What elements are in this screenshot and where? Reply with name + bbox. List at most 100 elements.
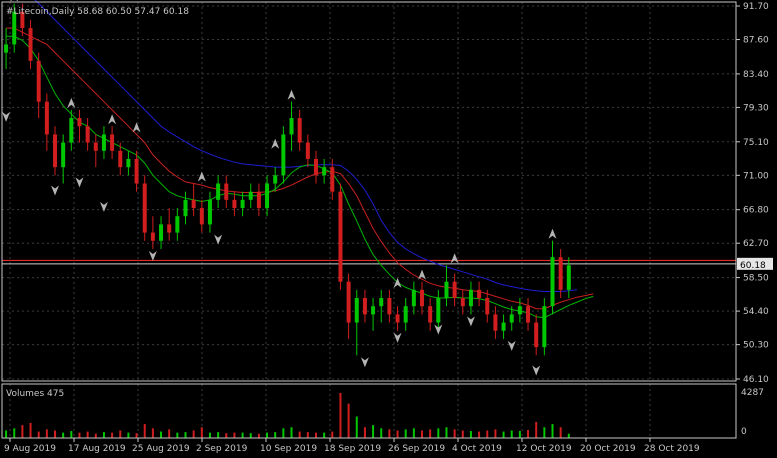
candle[interactable] xyxy=(362,289,367,323)
candle[interactable] xyxy=(436,289,441,331)
candle[interactable] xyxy=(142,175,147,241)
volume-tick-label: 4287 xyxy=(741,388,764,398)
candle[interactable] xyxy=(468,281,473,315)
fractal-down-icon xyxy=(214,234,223,245)
candle[interactable] xyxy=(338,183,343,290)
x-tick-label: 26 Sep 2019 xyxy=(388,444,445,454)
fractal-down-icon xyxy=(393,332,402,343)
candle[interactable] xyxy=(110,126,115,159)
volume-bar xyxy=(94,433,97,438)
candle[interactable] xyxy=(224,175,229,209)
candle[interactable] xyxy=(150,216,155,249)
candle[interactable] xyxy=(322,158,327,184)
candle[interactable] xyxy=(207,191,212,233)
candle[interactable] xyxy=(232,191,237,217)
volume-bar xyxy=(135,433,138,438)
candle[interactable] xyxy=(4,28,9,69)
candle-body xyxy=(159,224,164,241)
candles[interactable] xyxy=(4,3,571,356)
candle[interactable] xyxy=(183,191,188,225)
candle[interactable] xyxy=(191,183,196,217)
volume-bar xyxy=(13,428,16,438)
candle[interactable] xyxy=(411,281,416,315)
candle[interactable] xyxy=(167,208,172,241)
horizontal-levels[interactable] xyxy=(2,259,736,265)
candle[interactable] xyxy=(460,289,465,315)
volume-pane-frame xyxy=(1,383,737,439)
candle[interactable] xyxy=(256,183,261,217)
candle-body xyxy=(566,265,571,290)
candle[interactable] xyxy=(93,134,98,168)
price-pane-frame xyxy=(1,1,737,382)
candle[interactable] xyxy=(371,298,376,331)
candle[interactable] xyxy=(297,109,302,151)
candle[interactable] xyxy=(199,199,204,233)
candle[interactable] xyxy=(420,281,425,315)
candle[interactable] xyxy=(126,150,131,176)
volume-bar xyxy=(70,431,73,438)
candle[interactable] xyxy=(354,289,359,356)
candle[interactable] xyxy=(534,314,539,356)
candle-body xyxy=(379,298,384,307)
candle[interactable] xyxy=(452,273,457,307)
candle[interactable] xyxy=(501,314,506,339)
candle[interactable] xyxy=(248,183,253,209)
candle[interactable] xyxy=(53,126,58,176)
candle[interactable] xyxy=(36,52,41,119)
candle[interactable] xyxy=(558,248,563,299)
candle[interactable] xyxy=(28,19,33,69)
chart-window[interactable]: 91.70 87.60 83.40 79.30 75.10 71.00 66.80 62.70… xyxy=(0,0,777,458)
candle[interactable] xyxy=(289,101,294,151)
candle[interactable] xyxy=(159,216,164,249)
candle[interactable] xyxy=(428,298,433,331)
candle[interactable] xyxy=(566,257,571,299)
candle[interactable] xyxy=(542,298,547,356)
volume-bar xyxy=(355,416,358,438)
y-tick-label: 87.60 xyxy=(743,36,769,46)
y-tick-label: 50.30 xyxy=(743,341,769,351)
candle-body xyxy=(36,60,41,102)
chart-header: #Litecoin,Daily 58.68 60.50 57.47 60.18 xyxy=(6,7,189,17)
candle[interactable] xyxy=(346,273,351,339)
x-tick-label: 18 Sep 2019 xyxy=(324,444,381,454)
fractal-down-icon xyxy=(360,357,369,368)
candle[interactable] xyxy=(526,298,531,331)
volume-bar xyxy=(331,431,334,438)
candle[interactable] xyxy=(77,109,82,143)
volume-bar xyxy=(127,432,130,438)
candle[interactable] xyxy=(85,118,90,151)
candle[interactable] xyxy=(550,240,555,315)
candle[interactable] xyxy=(379,289,384,323)
candle[interactable] xyxy=(403,298,408,331)
candle-body xyxy=(485,298,490,315)
candle[interactable] xyxy=(216,175,221,209)
candle[interactable] xyxy=(444,265,449,307)
candle-body xyxy=(387,298,392,315)
price-chart[interactable]: 91.70 87.60 83.40 79.30 75.10 71.00 66.80 62.70… xyxy=(0,0,777,458)
candle-body xyxy=(183,199,188,217)
candle[interactable] xyxy=(313,150,318,184)
candle[interactable] xyxy=(101,126,106,159)
candle[interactable] xyxy=(281,126,286,184)
candle[interactable] xyxy=(395,306,400,331)
volume-bar xyxy=(347,403,350,438)
candle[interactable] xyxy=(305,134,310,168)
candle-body xyxy=(305,142,310,159)
candle[interactable] xyxy=(517,298,522,323)
candle[interactable] xyxy=(175,208,180,241)
candle-body xyxy=(534,322,539,348)
candle-body xyxy=(411,289,416,307)
y-tick-label: 79.30 xyxy=(743,103,769,113)
volume-bar xyxy=(62,432,65,438)
volume-bar xyxy=(380,428,383,438)
volume-bar xyxy=(412,428,415,438)
candle-body xyxy=(354,298,359,323)
candle-body xyxy=(346,281,351,323)
candle[interactable] xyxy=(477,281,482,307)
candle[interactable] xyxy=(61,134,66,184)
volume-bar xyxy=(29,422,32,438)
volume-bar xyxy=(453,429,456,438)
volume-bar xyxy=(396,430,399,438)
candle[interactable] xyxy=(387,289,392,323)
candle[interactable] xyxy=(493,306,498,339)
